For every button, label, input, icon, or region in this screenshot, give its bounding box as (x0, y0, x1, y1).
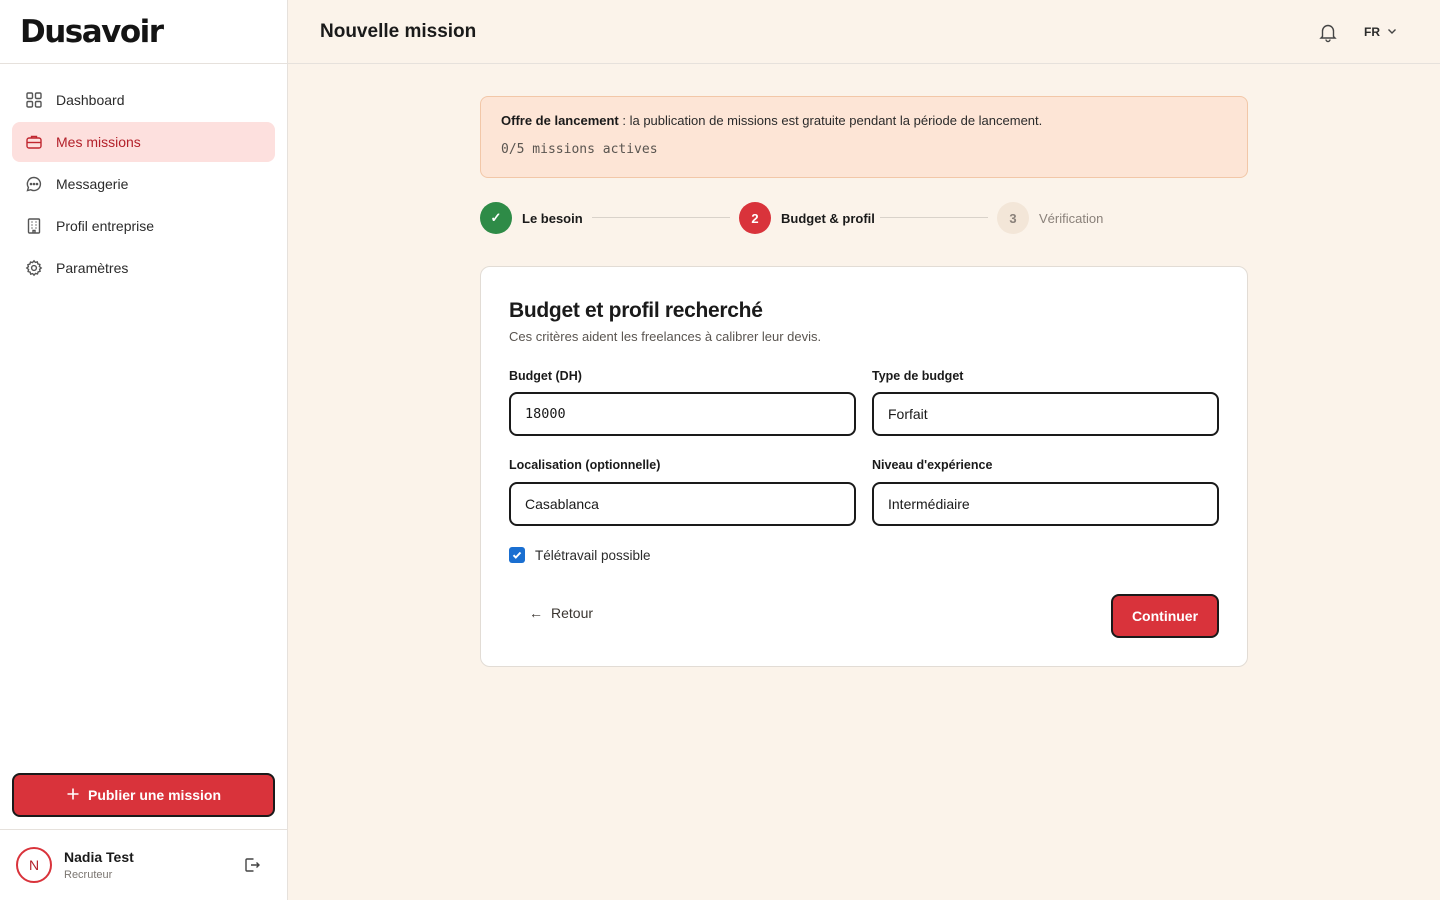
logo-bar: Dusavoir (0, 0, 287, 64)
banner-text: : la publication de missions est gratuit… (618, 113, 1043, 128)
sidebar-item-messagerie[interactable]: Messagerie (12, 164, 275, 204)
stepper: ✓ Le besoin 2 Budget & profil 3 Vérifica… (480, 202, 1248, 234)
step-number: 3 (997, 202, 1029, 234)
step-le-besoin[interactable]: ✓ Le besoin (480, 202, 583, 234)
experience-label: Niveau d'expérience (872, 458, 993, 472)
sidebar-item-profil-entreprise[interactable]: Profil entreprise (12, 206, 275, 246)
user-bar: N Nadia Test Recruteur (0, 829, 288, 900)
sidebar-item-missions[interactable]: Mes missions (12, 122, 275, 162)
banner-title: Offre de lancement (501, 113, 619, 128)
sidebar-item-label: Paramètres (56, 260, 129, 276)
step-label: Budget & profil (781, 210, 875, 226)
language-label: FR (1364, 25, 1380, 39)
card-subtitle: Ces critères aident les freelances à cal… (509, 329, 822, 344)
step-label: Le besoin (522, 210, 583, 226)
location-value: Casablanca (525, 496, 599, 512)
location-label: Localisation (optionnelle) (509, 458, 661, 472)
arrow-left-icon: ← (529, 605, 543, 621)
user-role: Recruteur (64, 869, 113, 881)
launch-offer-banner: Offre de lancement : la publication de m… (480, 96, 1248, 178)
sidebar: Dusavoir Dashboard Mes missions Messager… (0, 0, 288, 900)
card-title: Budget et profil recherché (509, 299, 763, 322)
step-connector (592, 217, 730, 218)
step-verification[interactable]: 3 Vérification (997, 202, 1103, 234)
plus-icon (66, 787, 80, 804)
user-name: Nadia Test (64, 849, 134, 865)
back-label: Retour (551, 605, 594, 621)
gear-icon (24, 258, 44, 278)
sidebar-item-label: Messagerie (56, 176, 129, 192)
experience-value: Intermédiaire (888, 496, 970, 512)
location-field[interactable]: Casablanca (509, 482, 856, 526)
step-label: Vérification (1039, 210, 1104, 226)
continue-button[interactable]: Continuer (1111, 594, 1219, 638)
remote-checkbox-row[interactable]: Télétravail possible (509, 547, 651, 563)
sidebar-item-label: Dashboard (56, 92, 125, 108)
language-selector[interactable]: FR (1364, 22, 1398, 42)
building-icon (24, 216, 44, 236)
grid-icon (24, 90, 44, 110)
budget-value: 18000 (525, 406, 566, 422)
brand-logo[interactable]: Dusavoir (20, 14, 164, 50)
page-title: Nouvelle mission (320, 20, 477, 42)
sidebar-nav: Dashboard Mes missions Messagerie Profil… (0, 64, 287, 288)
topbar: Nouvelle mission FR (288, 0, 1440, 64)
bell-icon[interactable] (1316, 20, 1340, 44)
budget-label: Budget (DH) (509, 369, 582, 383)
remote-label: Télétravail possible (535, 547, 651, 563)
back-button[interactable]: ← Retour (529, 605, 593, 621)
remote-checkbox[interactable] (509, 547, 525, 563)
budget-type-label: Type de budget (872, 369, 964, 383)
budget-type-value: Forfait (888, 406, 928, 422)
step-number: 2 (739, 202, 771, 234)
check-icon: ✓ (480, 202, 512, 234)
banner-message: Offre de lancement : la publication de m… (501, 113, 1227, 128)
budget-profile-card: Budget et profil recherché Ces critères … (480, 266, 1248, 667)
user-info: Nadia Test Recruteur (64, 849, 240, 881)
sidebar-item-parametres[interactable]: Paramètres (12, 248, 275, 288)
active-missions-count: 0/5 missions actives (501, 142, 658, 157)
budget-field[interactable]: 18000 (509, 392, 856, 436)
step-budget-profil[interactable]: 2 Budget & profil (739, 202, 875, 234)
step-connector (880, 217, 988, 218)
budget-type-select[interactable]: Forfait (872, 392, 1219, 436)
chat-icon (24, 174, 44, 194)
logout-icon[interactable] (240, 853, 264, 877)
publish-mission-button[interactable]: Publier une mission (12, 773, 275, 817)
sidebar-item-label: Profil entreprise (56, 218, 155, 234)
briefcase-icon (24, 132, 44, 152)
experience-select[interactable]: Intermédiaire (872, 482, 1219, 526)
sidebar-item-label: Mes missions (56, 134, 141, 150)
avatar[interactable]: N (16, 847, 52, 883)
publish-mission-label: Publier une mission (87, 787, 222, 803)
sidebar-item-dashboard[interactable]: Dashboard (12, 80, 275, 120)
chevron-down-icon (1386, 25, 1398, 40)
